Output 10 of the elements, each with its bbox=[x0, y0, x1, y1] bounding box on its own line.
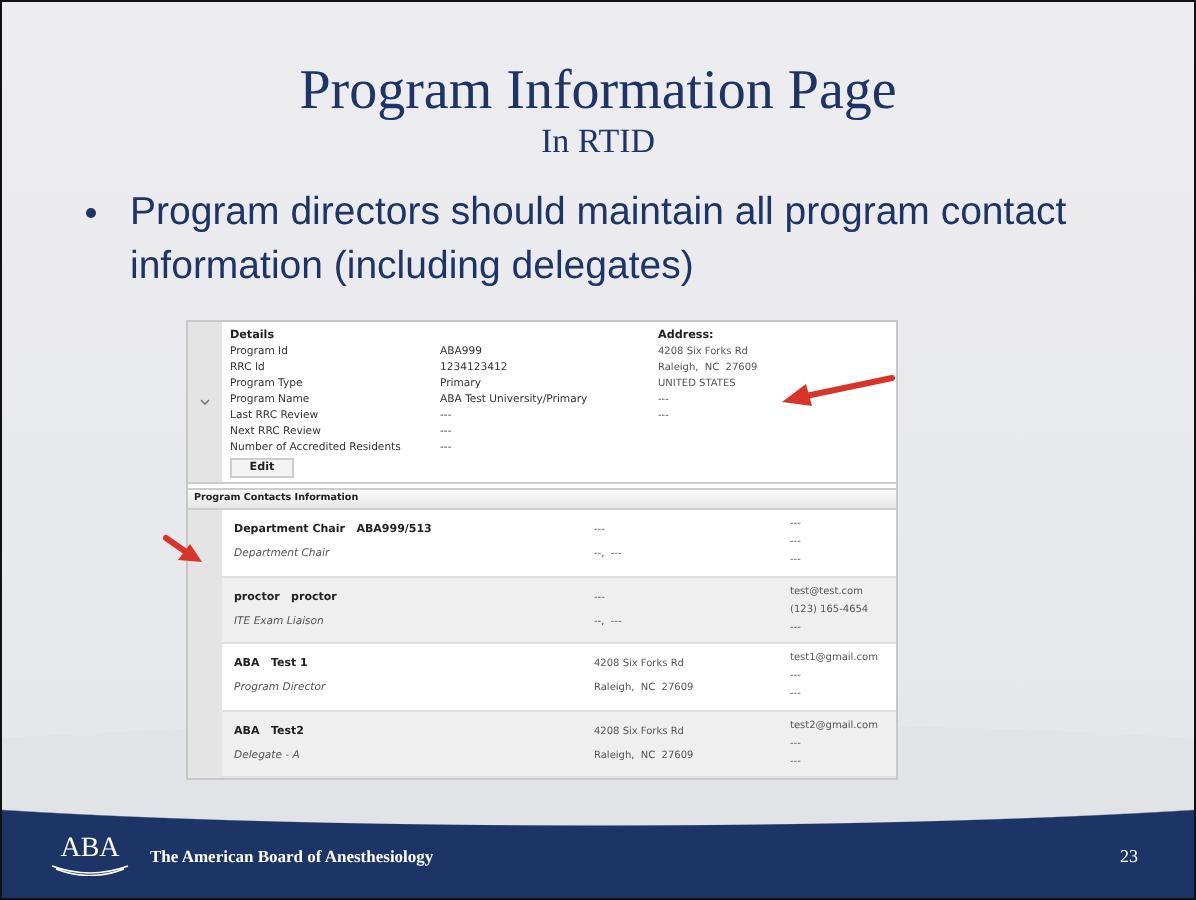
page-number: 23 bbox=[1120, 846, 1138, 866]
arrow-icon bbox=[162, 534, 206, 566]
bullet-text: Program directors should maintain all program contact information (including delegates) bbox=[130, 188, 1069, 292]
organization-name: The American Board of Anesthesiology bbox=[150, 846, 434, 866]
chevron-down-icon[interactable] bbox=[200, 398, 210, 406]
slide-subtitle: In RTID bbox=[538, 122, 658, 162]
arrow-icon bbox=[778, 374, 898, 408]
bullet-icon bbox=[86, 208, 96, 218]
slide-title: Program Information Page bbox=[297, 62, 899, 122]
aba-logo: ABA bbox=[46, 836, 134, 876]
